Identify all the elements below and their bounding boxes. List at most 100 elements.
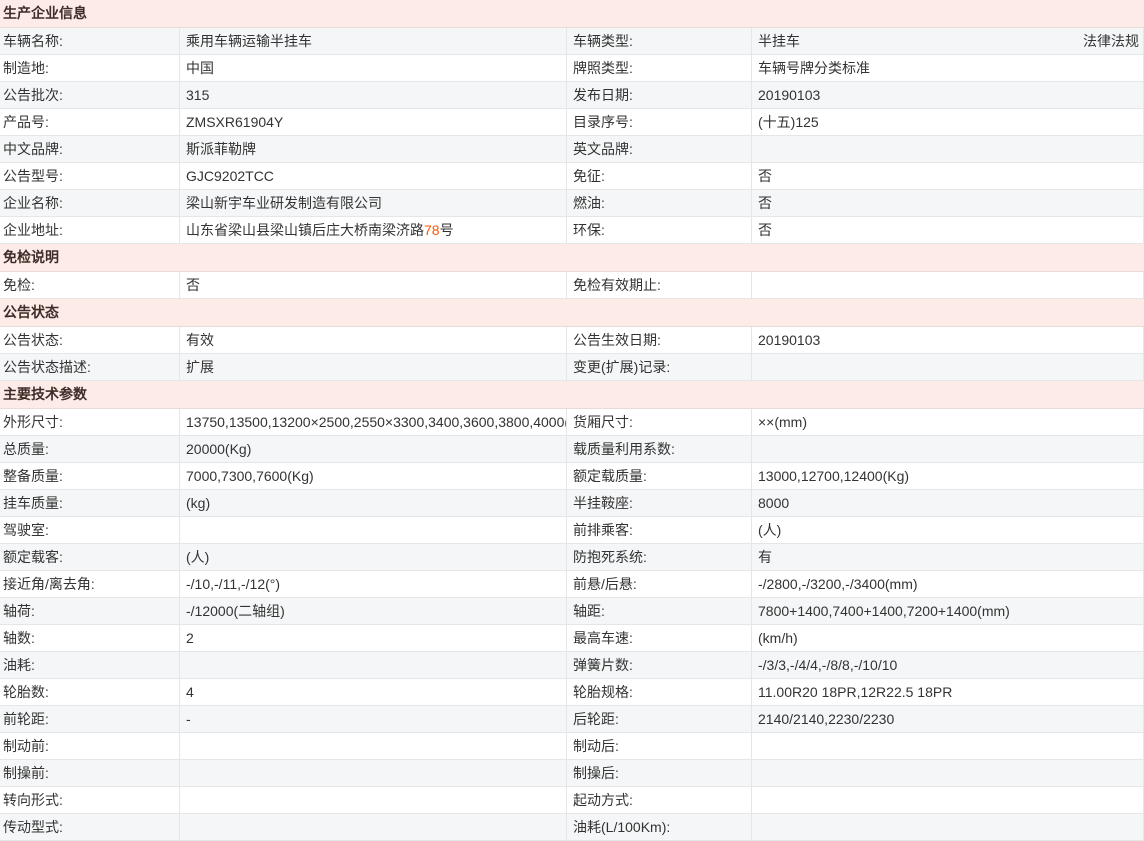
field-value: -	[180, 706, 567, 732]
field-label: 前轮距:	[0, 706, 180, 732]
field-value-text: 扩展	[186, 359, 214, 375]
field-value-text: 半挂车	[758, 33, 800, 49]
field-label: 轮胎规格:	[567, 679, 752, 705]
field-label: 轴距:	[567, 598, 752, 624]
field-value: 乘用车辆运输半挂车	[180, 28, 567, 54]
field-value-text: 7000,7300,7600(Kg)	[186, 468, 314, 484]
table-row: 轮胎数: 4 轮胎规格: 11.00R20 18PR,12R22.5 18PR	[0, 679, 1144, 706]
field-label: 额定载质量:	[567, 463, 752, 489]
field-value	[180, 760, 567, 786]
field-value: 7800+1400,7400+1400,7200+1400(mm)	[752, 598, 1144, 624]
field-value: 11.00R20 18PR,12R22.5 18PR	[752, 679, 1144, 705]
field-label: 轮胎数:	[0, 679, 180, 705]
field-value: 车辆号牌分类标准	[752, 55, 1144, 81]
value-part: 山东省梁山县梁山镇后庄大桥南梁济路	[186, 222, 424, 238]
field-label: 后轮距:	[567, 706, 752, 732]
table-row: 前轮距: - 后轮距: 2140/2140,2230/2230	[0, 706, 1144, 733]
field-label: 制操后:	[567, 760, 752, 786]
field-value-text: (十五)125	[758, 114, 819, 130]
field-value: (人)	[180, 544, 567, 570]
field-label: 轴数:	[0, 625, 180, 651]
field-value-text: 20190103	[758, 332, 821, 348]
field-value: 否	[180, 272, 567, 298]
field-value: 梁山新宇车业研发制造有限公司	[180, 190, 567, 216]
table-row: 企业地址: 山东省梁山县梁山镇后庄大桥南梁济路78号 环保: 否	[0, 217, 1144, 244]
vehicle-info-table: 生产企业信息 车辆名称: 乘用车辆运输半挂车 车辆类型: 半挂车 法律法规 制造地: 中国 牌照…	[0, 0, 1144, 841]
field-value-text: (人)	[186, 549, 210, 565]
field-label: 公告批次:	[0, 82, 180, 108]
field-label: 发布日期:	[567, 82, 752, 108]
field-value	[752, 814, 1144, 840]
field-value-text: 中国	[186, 60, 214, 76]
field-value: (kg)	[180, 490, 567, 516]
table-row: 公告型号: GJC9202TCC 免征: 否	[0, 163, 1144, 190]
field-value-text: 有效	[186, 332, 214, 348]
field-label: 目录序号:	[567, 109, 752, 135]
table-row: 外形尺寸: 13750,13500,13200×2500,2550×3300,34…	[0, 409, 1144, 436]
field-label: 转向形式:	[0, 787, 180, 813]
field-value-text: 否	[758, 168, 772, 184]
field-value-text: 315	[186, 87, 210, 103]
table-row: 企业名称: 梁山新宇车业研发制造有限公司 燃油: 否	[0, 190, 1144, 217]
field-value	[752, 436, 1144, 462]
field-label: 防抱死系统:	[567, 544, 752, 570]
field-value-text: 20000(Kg)	[186, 441, 252, 457]
field-value	[180, 652, 567, 678]
field-value: 2140/2140,2230/2230	[752, 706, 1144, 732]
field-label: 最高车速:	[567, 625, 752, 651]
field-label: 制动后:	[567, 733, 752, 759]
section-header-0: 生产企业信息	[0, 0, 1144, 28]
field-value: 否	[752, 190, 1144, 216]
field-label: 总质量:	[0, 436, 180, 462]
field-value-text: (人)	[758, 522, 782, 538]
field-value-text: 车辆号牌分类标准	[758, 60, 870, 76]
field-value-text: 2	[186, 630, 194, 646]
field-label: 货厢尺寸:	[567, 409, 752, 435]
field-value	[752, 272, 1144, 298]
field-value	[180, 733, 567, 759]
field-value-text: 13750,13500,13200×2500,2550×3300,3400,36…	[186, 414, 567, 430]
table-row: 产品号: ZMSXR61904Y 目录序号: (十五)125	[0, 109, 1144, 136]
field-value: (十五)125	[752, 109, 1144, 135]
field-label: 公告生效日期:	[567, 327, 752, 353]
field-value-text: 11.00R20 18PR,12R22.5 18PR	[758, 684, 953, 700]
field-value: 7000,7300,7600(Kg)	[180, 463, 567, 489]
field-value-text: 乘用车辆运输半挂车	[186, 33, 312, 49]
field-value	[752, 733, 1144, 759]
field-value-text: -/10,-/11,-/12(°)	[186, 576, 281, 592]
field-label: 额定载客:	[0, 544, 180, 570]
field-value: -/3/3,-/4/4,-/8/8,-/10/10	[752, 652, 1144, 678]
field-value: 4	[180, 679, 567, 705]
field-label: 产品号:	[0, 109, 180, 135]
field-value: 斯派菲勒牌	[180, 136, 567, 162]
legal-link[interactable]: 法律法规	[1083, 28, 1139, 54]
field-label: 变更(扩展)记录:	[567, 354, 752, 380]
field-value: 否	[752, 163, 1144, 189]
table-row: 整备质量: 7000,7300,7600(Kg) 额定载质量: 13000,12700…	[0, 463, 1144, 490]
field-label: 免检有效期止:	[567, 272, 752, 298]
field-value: 半挂车 法律法规	[752, 28, 1144, 54]
field-value-text: 7800+1400,7400+1400,7200+1400(mm)	[758, 603, 1010, 619]
field-value	[752, 354, 1144, 380]
field-label: 制动前:	[0, 733, 180, 759]
field-label: 传动型式:	[0, 814, 180, 840]
field-value: 山东省梁山县梁山镇后庄大桥南梁济路78号	[180, 217, 567, 243]
table-row: 制动前: 制动后:	[0, 733, 1144, 760]
table-row: 公告状态: 有效 公告生效日期: 20190103	[0, 327, 1144, 354]
field-value-text: 梁山新宇车业研发制造有限公司	[186, 195, 382, 211]
field-label: 牌照类型:	[567, 55, 752, 81]
table-row: 额定载客: (人) 防抱死系统: 有	[0, 544, 1144, 571]
section-header-1: 免检说明	[0, 244, 1144, 272]
table-row: 轴数: 2 最高车速: (km/h)	[0, 625, 1144, 652]
table-row: 挂车质量: (kg) 半挂鞍座: 8000	[0, 490, 1144, 517]
field-value-text: -/3/3,-/4/4,-/8/8,-/10/10	[758, 657, 898, 673]
field-label: 制操前:	[0, 760, 180, 786]
field-label: 车辆名称:	[0, 28, 180, 54]
field-value-text: 4	[186, 684, 194, 700]
field-label: 前排乘客:	[567, 517, 752, 543]
field-value-text: GJC9202TCC	[186, 168, 274, 184]
highlight-text: 78	[424, 222, 440, 238]
field-label: 公告型号:	[0, 163, 180, 189]
field-label: 油耗(L/100Km):	[567, 814, 752, 840]
field-label: 企业地址:	[0, 217, 180, 243]
